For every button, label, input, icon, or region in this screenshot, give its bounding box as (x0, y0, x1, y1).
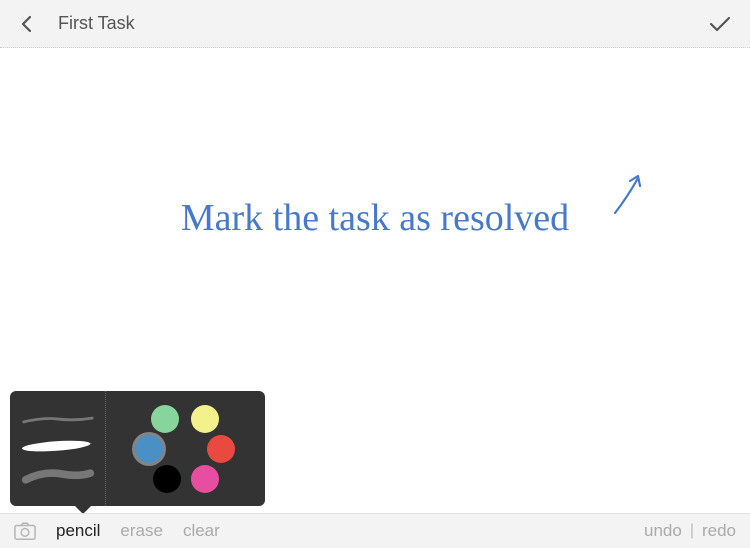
erase-tool[interactable]: erase (120, 521, 163, 541)
brush-medium[interactable] (20, 440, 96, 454)
color-blue[interactable] (135, 435, 163, 463)
header-left: First Task (18, 13, 135, 34)
camera-button[interactable] (14, 522, 36, 540)
checkmark-icon (709, 15, 731, 33)
undo-button[interactable]: undo (644, 521, 682, 541)
camera-icon (14, 521, 36, 541)
annotation-arrow (610, 168, 650, 223)
back-button[interactable] (18, 15, 36, 33)
redo-button[interactable]: redo (702, 521, 736, 541)
bottom-toolbar: pencil erase clear undo | redo (0, 513, 750, 548)
color-yellow[interactable] (191, 405, 219, 433)
toolbar-left: pencil erase clear (14, 521, 220, 541)
color-black[interactable] (153, 465, 181, 493)
brush-thick[interactable] (20, 468, 96, 484)
page-title: First Task (58, 13, 135, 34)
toolbar-divider: | (690, 522, 694, 540)
color-pink[interactable] (191, 465, 219, 493)
color-green[interactable] (151, 405, 179, 433)
brush-thin[interactable] (20, 414, 96, 426)
color-wheel (131, 399, 241, 499)
chevron-left-icon (21, 15, 33, 33)
confirm-button[interactable] (708, 12, 732, 36)
arrow-icon (610, 168, 650, 218)
header: First Task (0, 0, 750, 48)
color-picker (106, 391, 265, 506)
pencil-popover (10, 391, 265, 506)
pencil-tool[interactable]: pencil (56, 521, 100, 541)
toolbar-right: undo | redo (644, 521, 736, 541)
clear-tool[interactable]: clear (183, 521, 220, 541)
brush-size-picker (10, 391, 106, 506)
color-red[interactable] (207, 435, 235, 463)
